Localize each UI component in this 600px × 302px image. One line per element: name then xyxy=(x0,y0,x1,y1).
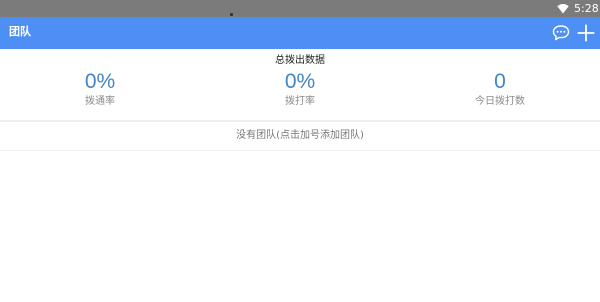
chat-bubble-icon[interactable] xyxy=(551,23,571,43)
stat-value: 0 xyxy=(494,70,506,93)
stat-label: 今日拨打数 xyxy=(475,96,525,107)
plus-icon[interactable] xyxy=(576,23,596,43)
stat-label: 拨通率 xyxy=(85,96,115,107)
status-bar: 5:28 xyxy=(0,0,600,17)
stat-value: 0% xyxy=(284,70,316,93)
notification-dot-icon xyxy=(230,13,233,16)
empty-state-text: 没有团队(点击加号添加团队) xyxy=(236,130,364,141)
team-list-empty: 没有团队(点击加号添加团队) xyxy=(0,122,600,151)
app-bar: 团队 xyxy=(0,17,600,49)
dial-summary-panel: 总拨出数据 0% 拨通率 0% 拨打率 0 今日拨打数 xyxy=(0,49,600,120)
wifi-icon xyxy=(557,4,569,14)
stat-label: 拨打率 xyxy=(285,96,315,107)
stat-value: 0% xyxy=(84,70,116,93)
status-time: 5:28 xyxy=(574,2,599,15)
stat-connect-rate: 0% 拨通率 xyxy=(0,69,200,109)
stat-dial-rate: 0% 拨打率 xyxy=(200,69,400,109)
summary-title: 总拨出数据 xyxy=(275,55,325,66)
stat-today-dials: 0 今日拨打数 xyxy=(400,69,600,109)
page-title: 团队 xyxy=(9,25,31,38)
